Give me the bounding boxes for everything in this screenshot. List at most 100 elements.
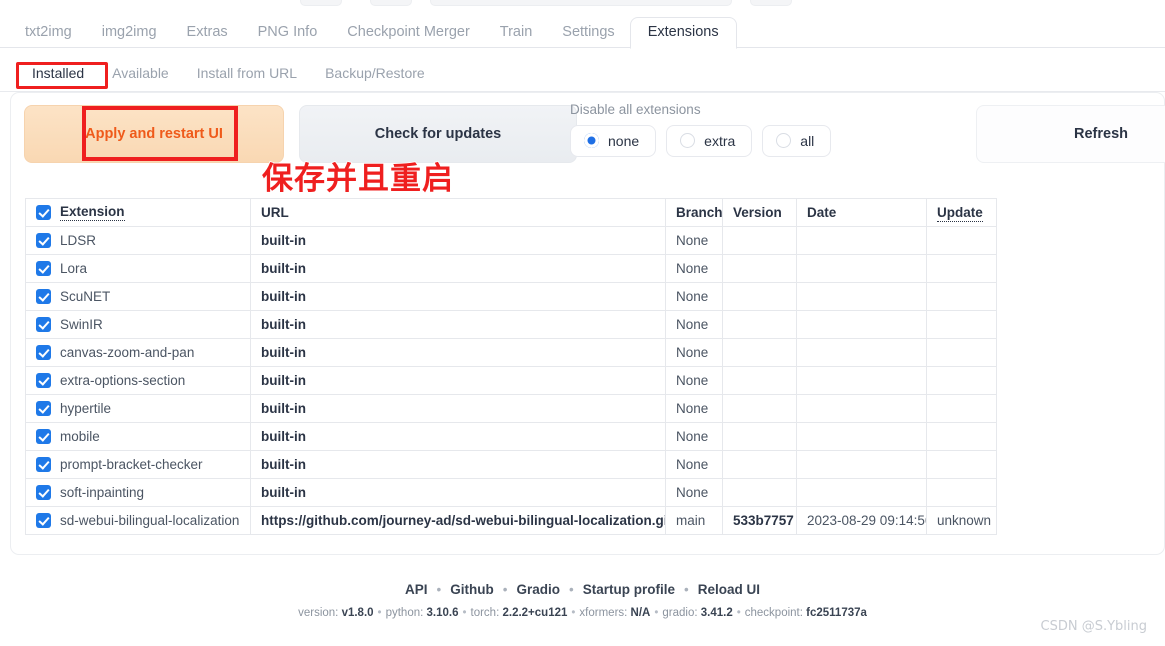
table-row: canvas-zoom-and-pan built-in None	[25, 338, 997, 367]
footer-link-github[interactable]: Github	[450, 582, 494, 597]
radio-dot-icon	[776, 133, 792, 148]
radio-option-none[interactable]: none	[570, 124, 657, 157]
cell-update	[926, 338, 997, 367]
footer-links: API • Github • Gradio • Startup profile • Reload…	[0, 583, 1165, 597]
cell-version-text: 533b7757	[733, 513, 794, 528]
cell-url-text: built-in	[261, 233, 306, 248]
extension-enabled-checkbox[interactable]	[36, 261, 51, 276]
check-for-updates-button[interactable]: Check for updates	[299, 105, 577, 163]
cell-extension: mobile	[25, 422, 251, 451]
extension-name: hypertile	[60, 401, 112, 416]
extension-name: ScuNET	[60, 289, 111, 304]
header-extension[interactable]: Extension	[25, 198, 251, 227]
footer-link-api[interactable]: API	[405, 582, 428, 597]
main-tab-settings[interactable]: Settings	[547, 19, 629, 49]
cell-branch: None	[665, 254, 723, 283]
radio-option-label: extra	[704, 132, 736, 149]
extension-enabled-checkbox[interactable]	[36, 485, 51, 500]
header-update[interactable]: Update	[926, 198, 997, 227]
cell-branch-text: None	[676, 373, 709, 388]
main-tab-png-info[interactable]: PNG Info	[243, 19, 333, 49]
cell-url: built-in	[250, 450, 666, 479]
sub-tab-bar: Installed Available Install from URL Backup…	[0, 60, 1165, 92]
cell-branch: None	[665, 422, 723, 451]
cell-url-text: built-in	[261, 317, 306, 332]
cell-extension: hypertile	[25, 394, 251, 423]
footer-separator: •	[502, 582, 508, 597]
cell-update	[926, 254, 997, 283]
main-tab-img2img[interactable]: img2img	[87, 19, 172, 49]
cell-branch-text: None	[676, 317, 709, 332]
cell-url-text: https://github.com/journey-ad/sd-webui-b…	[261, 513, 666, 528]
main-tab-txt2img[interactable]: txt2img	[10, 19, 87, 49]
cell-url-text: built-in	[261, 485, 306, 500]
cutoff-fragment	[370, 0, 412, 6]
cell-extension: canvas-zoom-and-pan	[25, 338, 251, 367]
cell-date	[796, 226, 927, 255]
extension-enabled-checkbox[interactable]	[36, 317, 51, 332]
radio-option-all[interactable]: all	[762, 124, 832, 157]
cell-update	[926, 450, 997, 479]
extension-enabled-checkbox[interactable]	[36, 513, 51, 528]
footer-link-gradio[interactable]: Gradio	[516, 582, 560, 597]
cell-branch-text: None	[676, 345, 709, 360]
table-row: Lora built-in None	[25, 254, 997, 283]
footer-version-value: 3.10.6	[426, 606, 459, 619]
header-version[interactable]: Version	[722, 198, 797, 227]
disable-all-extensions-label: Disable all extensions	[570, 102, 701, 117]
select-all-checkbox[interactable]	[36, 205, 51, 220]
cell-url: built-in	[250, 422, 666, 451]
cell-version	[722, 310, 797, 339]
footer-version-separator: •	[462, 606, 467, 619]
sub-tab-installed[interactable]: Installed	[18, 60, 98, 88]
footer-version-value: N/A	[630, 606, 651, 619]
footer-link-startup-profile[interactable]: Startup profile	[583, 582, 675, 597]
extension-enabled-checkbox[interactable]	[36, 233, 51, 248]
cell-branch: None	[665, 478, 723, 507]
cell-date	[796, 366, 927, 395]
cell-url[interactable]: https://github.com/journey-ad/sd-webui-b…	[250, 506, 666, 535]
sub-tab-available[interactable]: Available	[98, 60, 183, 88]
header-date[interactable]: Date	[796, 198, 927, 227]
footer-link-reload-ui[interactable]: Reload UI	[698, 582, 760, 597]
radio-option-extra[interactable]: extra	[666, 124, 753, 157]
header-update-label: Update	[937, 205, 983, 222]
cell-update	[926, 366, 997, 395]
extension-enabled-checkbox[interactable]	[36, 345, 51, 360]
table-row: hypertile built-in None	[25, 394, 997, 423]
extension-name: canvas-zoom-and-pan	[60, 345, 195, 360]
extension-name: SwinIR	[60, 317, 103, 332]
apply-and-restart-ui-button[interactable]: Apply and restart UI	[24, 105, 284, 163]
cell-update-text: unknown	[937, 513, 992, 528]
cell-branch-text: None	[676, 261, 709, 276]
header-url[interactable]: URL	[250, 198, 666, 227]
table-head: Extension URL Branch Version Date Update	[25, 198, 997, 227]
cell-branch: None	[665, 338, 723, 367]
main-tab-extras[interactable]: Extras	[172, 19, 243, 49]
extension-enabled-checkbox[interactable]	[36, 373, 51, 388]
header-extension-label: Extension	[60, 204, 125, 221]
extension-enabled-checkbox[interactable]	[36, 429, 51, 444]
cell-branch: None	[665, 450, 723, 479]
radio-dot-icon	[680, 133, 696, 148]
cell-date: 2023-08-29 09:14:56	[796, 506, 927, 535]
extension-enabled-checkbox[interactable]	[36, 401, 51, 416]
table-row: SwinIR built-in None	[25, 310, 997, 339]
sub-tab-install-from-url[interactable]: Install from URL	[183, 60, 311, 88]
extension-enabled-checkbox[interactable]	[36, 457, 51, 472]
cutoff-fragment	[300, 0, 342, 6]
footer-version-value: fc2511737a	[806, 606, 867, 619]
cutoff-fragment	[430, 0, 732, 6]
main-tab-train[interactable]: Train	[485, 19, 548, 49]
cell-url-text: built-in	[261, 261, 306, 276]
refresh-button[interactable]: Refresh	[976, 105, 1165, 163]
cell-extension: LDSR	[25, 226, 251, 255]
extension-enabled-checkbox[interactable]	[36, 289, 51, 304]
main-tab-checkpoint-merger[interactable]: Checkpoint Merger	[332, 19, 485, 49]
sub-tab-backup-restore[interactable]: Backup/Restore	[311, 60, 439, 88]
header-branch[interactable]: Branch	[665, 198, 723, 227]
main-tab-extensions[interactable]: Extensions	[629, 16, 737, 49]
cell-branch-text: None	[676, 429, 709, 444]
footer-version-separator: •	[736, 606, 741, 619]
cutoff-fragment	[750, 0, 792, 6]
